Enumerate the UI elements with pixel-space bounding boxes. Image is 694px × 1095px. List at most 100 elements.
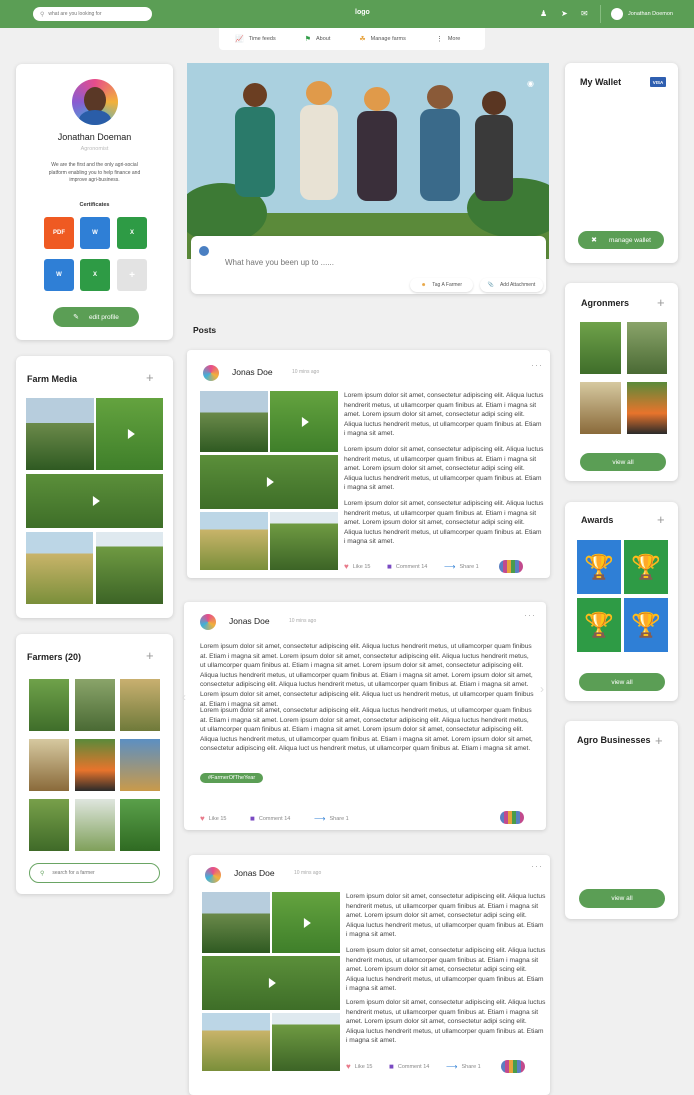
agronomer-photo[interactable] [580, 382, 621, 434]
user-avatar-icon[interactable] [611, 8, 623, 20]
add-media-button[interactable]: + [146, 371, 154, 384]
media-photo[interactable] [26, 532, 93, 604]
tab-about[interactable]: ⚑ About [305, 35, 331, 43]
user-name[interactable]: Jonathan Doemon [628, 11, 673, 17]
post-author-avatar[interactable] [205, 867, 221, 883]
farm-media-card: Farm Media + [16, 356, 173, 618]
media-video[interactable] [96, 398, 163, 470]
tab-manage-farms[interactable]: ☘ Manage farms [359, 35, 405, 43]
add-business-button[interactable]: + [655, 734, 663, 747]
farmer-photo[interactable] [29, 679, 69, 731]
view-all-awards-button[interactable]: view all [579, 673, 665, 691]
post-author[interactable]: Jonas Doe [234, 868, 275, 878]
media-photo[interactable] [26, 398, 94, 470]
manage-wallet-button[interactable]: ✖ manage wallet [578, 231, 664, 249]
farmer-photo[interactable] [29, 799, 69, 851]
wallet-title: My Wallet [580, 77, 622, 87]
post-video[interactable] [202, 956, 340, 1010]
trophy-icon[interactable]: 🏆 [577, 598, 621, 652]
view-all-agronomers-button[interactable]: view all [580, 453, 666, 471]
post-video[interactable] [200, 455, 338, 509]
post-photo[interactable] [200, 512, 268, 570]
edit-profile-button[interactable]: ✎ edit profile [53, 307, 139, 327]
share-button[interactable]: ⟶ Share 1 [446, 1062, 481, 1071]
farmers-card: Farmers (20) + ⚲ [16, 634, 173, 894]
post-menu-icon[interactable]: ··· [524, 610, 536, 620]
farmer-photo[interactable] [120, 799, 160, 851]
trophy-icon[interactable]: 🏆 [577, 540, 621, 594]
hashtag-tag[interactable]: #FarmerOfTheYear [200, 773, 264, 783]
like-button[interactable]: ♥ Like 15 [200, 814, 227, 823]
view-all-businesses-button[interactable]: view all [579, 889, 665, 908]
reactions-avatars[interactable] [500, 811, 524, 824]
certificate-excel[interactable]: X [117, 217, 147, 249]
farmer-photo[interactable] [29, 739, 69, 791]
add-agronomer-button[interactable]: + [657, 296, 665, 309]
top-bar: ⚲ logo ♟ ➤ ✉ Jonathan Doemon [0, 0, 694, 28]
share-button[interactable]: ⟶ Share 1 [444, 562, 479, 571]
certificate-excel[interactable]: X [80, 259, 110, 291]
send-icon[interactable]: ➤ [561, 9, 568, 18]
farmer-search-field[interactable]: ⚲ [29, 863, 160, 883]
logo[interactable]: logo [355, 9, 370, 16]
farmer-photo[interactable] [75, 799, 115, 851]
mail-icon[interactable]: ✉ [581, 9, 588, 18]
agronomer-photo[interactable] [627, 382, 667, 434]
add-certificate-button[interactable]: + [117, 259, 147, 291]
certificate-pdf[interactable]: PDF [44, 217, 74, 249]
agronomer-photo[interactable] [580, 322, 621, 374]
post-input[interactable] [225, 258, 505, 267]
add-award-button[interactable]: + [657, 513, 665, 526]
reactions-avatars[interactable] [501, 1060, 525, 1073]
comment-button[interactable]: ■ Comment 14 [250, 814, 290, 823]
post-video[interactable] [272, 892, 340, 953]
agronomer-photo[interactable] [627, 322, 667, 374]
trophy-icon[interactable]: 🏆 [624, 540, 668, 594]
post-author-avatar[interactable] [203, 365, 219, 381]
tab-more[interactable]: ⋮ More [436, 35, 461, 43]
media-video[interactable] [26, 474, 163, 528]
add-attachment-button[interactable]: 📎 Add Attachment [480, 278, 543, 292]
reactions-avatars[interactable] [499, 560, 523, 573]
chevron-right-icon[interactable]: › [540, 682, 544, 696]
chevron-left-icon[interactable]: ‹ [182, 690, 186, 704]
awards-title: Awards [581, 515, 614, 525]
post-time: 10 mins ago [289, 618, 317, 624]
camera-icon[interactable]: ◉ [527, 79, 534, 88]
like-button[interactable]: ♥ Like 15 [346, 1062, 373, 1071]
farmer-photo[interactable] [120, 679, 160, 731]
tab-time-feeds[interactable]: 📈 Time feeds [235, 35, 276, 43]
post-photo[interactable] [272, 1013, 340, 1071]
post-photo[interactable] [270, 512, 338, 570]
search-bar[interactable]: ⚲ [33, 7, 152, 21]
post-author[interactable]: Jonas Doe [229, 616, 270, 626]
post-photo[interactable] [202, 1013, 270, 1071]
comment-button[interactable]: ■ Comment 14 [387, 562, 427, 571]
comment-button[interactable]: ■ Comment 14 [389, 1062, 429, 1071]
avatar[interactable] [72, 79, 118, 125]
post-text: Lorem ipsum dolor sit amet, consectetur … [200, 707, 533, 753]
like-button[interactable]: ♥ Like 15 [344, 562, 371, 571]
post-card: Jonas Doe 10 mins ago ··· Lorem ipsum do… [187, 350, 550, 578]
post-author[interactable]: Jonas Doe [232, 367, 273, 377]
trophy-icon[interactable]: 🏆 [624, 598, 668, 652]
post-video[interactable] [270, 391, 338, 452]
farmer-photo[interactable] [120, 739, 160, 791]
post-author-avatar[interactable] [200, 614, 216, 630]
certificate-word[interactable]: W [80, 217, 110, 249]
tag-farmer-button[interactable]: ☻ Tag A Farmer [410, 278, 473, 292]
farmer-photo[interactable] [75, 739, 115, 791]
post-photo[interactable] [200, 391, 268, 452]
farmer-search-input[interactable] [52, 870, 148, 876]
heart-icon: ♥ [346, 1062, 351, 1071]
add-farmer-button[interactable]: + [146, 649, 154, 662]
share-button[interactable]: ⟶ Share 1 [314, 814, 349, 823]
post-menu-icon[interactable]: ··· [531, 360, 543, 370]
media-photo[interactable] [96, 532, 163, 604]
farmer-photo[interactable] [75, 679, 115, 731]
post-menu-icon[interactable]: ··· [531, 861, 543, 871]
people-icon[interactable]: ♟ [540, 9, 547, 18]
search-input[interactable] [48, 11, 144, 17]
certificate-word[interactable]: W [44, 259, 74, 291]
post-photo[interactable] [202, 892, 270, 953]
